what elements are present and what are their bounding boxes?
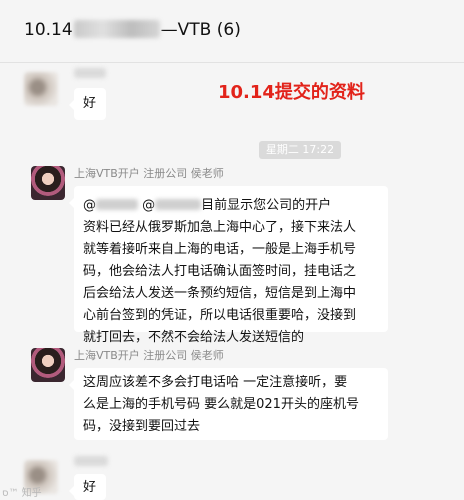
message-text: 好 [83, 96, 97, 111]
message-line: 码，没接到要回过去 [83, 419, 201, 434]
mention[interactable]: @ [142, 198, 155, 213]
chat-window: 10.14 —VTB (6) 10.14提交的资料 好 星期二 17:22 上海V… [0, 0, 464, 500]
message-line: 后会给法人发送一条预约短信，短信是到上海中 [83, 286, 357, 301]
message-line: 码，他会给法人打电话确认面签时间，挂电话之 [83, 264, 357, 279]
chat-titlebar: 10.14 —VTB (6) [0, 0, 464, 63]
watermark: ס™ 知乎 [2, 488, 42, 499]
message-bubble[interactable]: 好 [69, 88, 106, 120]
chat-title-suffix: —VTB (6) [160, 20, 241, 40]
message-text: 好 [83, 480, 97, 495]
redacted-title-blur [73, 20, 160, 38]
message-bubble[interactable]: @ @ 目前显示您公司的开户 资料已经从俄罗斯加急上海中心了，接下来法人 就等着接… [69, 186, 388, 345]
redacted-mention-blur [96, 199, 138, 210]
sender-name: 上海VTB开户 注册公司 侯老师 [74, 349, 224, 362]
redacted-mention-blur [155, 199, 202, 210]
message-line: 心前台签到的凭证，所以电话很重要哈，没接到 [83, 308, 357, 323]
message-line: 资料已经从俄罗斯加急上海中心了，接下来法人 [83, 220, 357, 235]
message-bubble[interactable]: 好 [69, 474, 106, 500]
sender-name: 上海VTB开户 注册公司 侯老师 [74, 167, 224, 180]
redacted-sender-name [74, 456, 108, 466]
message-text: 目前显示您公司的开户 [201, 198, 332, 213]
message-line: 就等着接听来自上海的电话，一般是上海手机号 [83, 242, 357, 257]
message-line: 这周应该差不多会打电话哈 一定注意接听，要 [83, 375, 348, 390]
avatar[interactable] [31, 166, 65, 200]
chat-title-prefix: 10.14 [24, 20, 73, 40]
message-first-line: @ @ 目前显示您公司的开户 [83, 195, 388, 217]
message-bubble[interactable]: 这周应该差不多会打电话哈 一定注意接听，要 么是上海的手机号码 要么就是021开… [69, 368, 388, 440]
red-annotation-label: 10.14提交的资料 [218, 82, 365, 103]
timestamp-divider: 星期二 17:22 [259, 141, 341, 159]
chat-title[interactable]: 10.14 —VTB (6) [24, 20, 241, 40]
avatar[interactable] [24, 72, 58, 106]
mention[interactable]: @ [83, 198, 96, 213]
message-line: 么是上海的手机号码 要么就是021开头的座机号 [83, 397, 359, 412]
redacted-sender-name [74, 68, 106, 78]
avatar[interactable] [31, 348, 65, 382]
message-line: 就打回去，不然不会给法人发送短信的 [83, 330, 305, 345]
